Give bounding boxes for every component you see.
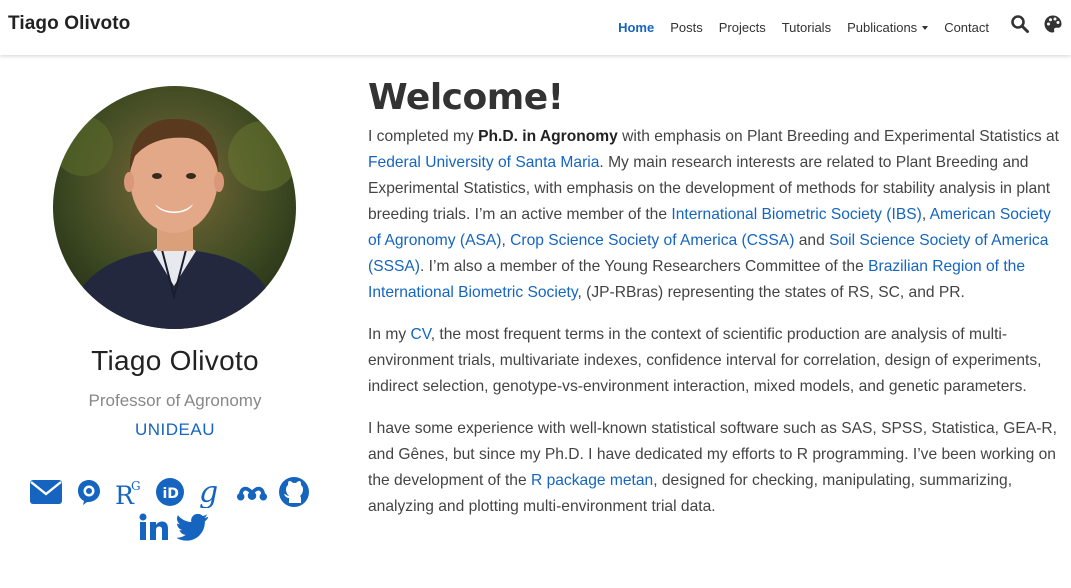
nav-contact[interactable]: Contact <box>936 20 997 35</box>
nav-tutorials[interactable]: Tutorials <box>774 20 839 35</box>
cv-paragraph: In my CV, the most frequent terms in the… <box>368 326 1042 395</box>
profile-role: Professor of Agronomy <box>88 391 262 410</box>
nav-projects[interactable]: Projects <box>711 20 774 35</box>
github-icon[interactable] <box>278 476 310 508</box>
profile-name: Tiago Olivoto <box>91 345 259 376</box>
svg-text:g: g <box>199 476 218 508</box>
navbar: Tiago Olivoto Home Posts Projects Tutori… <box>0 0 1071 55</box>
avatar <box>53 86 296 329</box>
main-content: Welcome! I completed my Ph.D. in Agronom… <box>368 55 1063 520</box>
nav-posts[interactable]: Posts <box>662 20 711 35</box>
brand-link[interactable]: Tiago Olivoto <box>8 13 130 35</box>
google-scholar-icon[interactable]: g <box>195 476 227 508</box>
cssa-link[interactable]: Crop Science Society of America (CSSA) <box>510 232 794 249</box>
metan-link[interactable]: R package metan <box>531 472 653 489</box>
orcid-icon[interactable]: iD <box>154 476 186 508</box>
caret-down-icon <box>922 26 929 30</box>
search-icon[interactable] <box>1010 14 1030 34</box>
svg-text:iD: iD <box>163 486 179 502</box>
twitter-icon[interactable] <box>177 511 209 543</box>
envelope-icon[interactable] <box>30 476 62 508</box>
ufsm-link[interactable]: Federal University of Santa Maria <box>368 154 599 171</box>
cv-link[interactable]: CV <box>410 326 430 343</box>
nav-publications-dropdown[interactable]: Publications <box>839 20 936 35</box>
researchgate-icon[interactable]: RG <box>112 476 144 508</box>
intro-paragraph: I completed my Ph.D. in Agronomy with em… <box>368 128 1060 301</box>
profile-sidebar: Tiago Olivoto Professor of Agronomy UNID… <box>0 55 350 588</box>
nav-links: Home Posts Projects Tutorials Publicatio… <box>610 0 997 55</box>
keybase-icon[interactable] <box>71 476 103 508</box>
nav-home[interactable]: Home <box>610 20 662 35</box>
software-paragraph: I have some experience with well-known s… <box>368 420 1058 515</box>
linkedin-icon[interactable] <box>138 511 170 543</box>
ibs-link[interactable]: International Biometric Society (IBS) <box>671 206 921 223</box>
svg-text:G: G <box>131 479 141 493</box>
nav-publications-label: Publications <box>847 20 918 35</box>
mendeley-icon[interactable] <box>236 476 268 508</box>
profile-organization-link[interactable]: UNIDEAU <box>0 420 350 440</box>
page-title: Welcome! <box>368 77 564 118</box>
palette-icon[interactable] <box>1043 14 1063 34</box>
